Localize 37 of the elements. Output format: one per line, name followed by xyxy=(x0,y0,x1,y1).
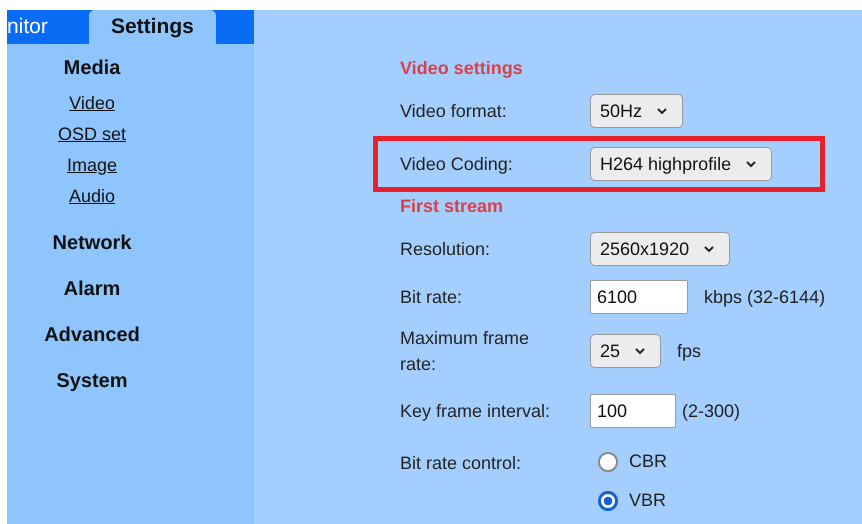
dropdown[interactable]: 2560x1920 xyxy=(590,232,730,266)
nav-section[interactable]: Network xyxy=(52,232,132,255)
field-label: Key frame interval: xyxy=(400,400,552,423)
dropdown[interactable]: H264 highprofile xyxy=(590,147,772,181)
chevron-down-icon xyxy=(703,245,716,253)
nav-link[interactable]: Video xyxy=(69,92,115,114)
nav-link[interactable]: OSD set xyxy=(58,123,126,145)
tab[interactable]: Settings xyxy=(89,10,216,44)
dropdown[interactable]: 25 xyxy=(590,334,662,368)
section-title: Video settings xyxy=(400,56,524,80)
field-label: Video Coding: xyxy=(400,153,514,176)
nav-link[interactable]: Image xyxy=(66,154,118,176)
nav-section[interactable]: System xyxy=(56,370,128,393)
input-field[interactable]: 6100 xyxy=(590,280,688,314)
chevron-down-icon xyxy=(745,160,758,168)
nav-link[interactable]: Audio xyxy=(68,185,116,207)
field-label: Video format: xyxy=(400,100,508,123)
unit-text: (2-300) xyxy=(682,400,740,422)
nav-section[interactable]: Media xyxy=(64,57,120,80)
radio-icon[interactable] xyxy=(598,452,618,472)
field-label: Bit rate: xyxy=(400,286,464,309)
radio-option[interactable]: VBR xyxy=(598,490,668,511)
radio-option[interactable]: CBR xyxy=(598,451,668,472)
input-field[interactable]: 100 xyxy=(590,394,676,428)
field-label: Bit rate control: xyxy=(400,452,522,475)
section-title: First stream xyxy=(400,194,504,218)
nav-section[interactable]: Advanced xyxy=(44,324,140,347)
tab[interactable]: nitor xyxy=(7,10,85,44)
chevron-down-icon xyxy=(634,347,646,355)
radio-icon[interactable] xyxy=(598,490,618,510)
field-label: Maximum frame rate: xyxy=(400,327,530,376)
unit-text: fps xyxy=(677,340,702,362)
dropdown[interactable]: 50Hz xyxy=(590,94,684,128)
field-label: Resolution: xyxy=(400,238,492,261)
unit-text: kbps (32-6144) xyxy=(704,286,826,308)
nav-section[interactable]: Alarm xyxy=(64,278,120,301)
chevron-down-icon xyxy=(656,107,668,115)
